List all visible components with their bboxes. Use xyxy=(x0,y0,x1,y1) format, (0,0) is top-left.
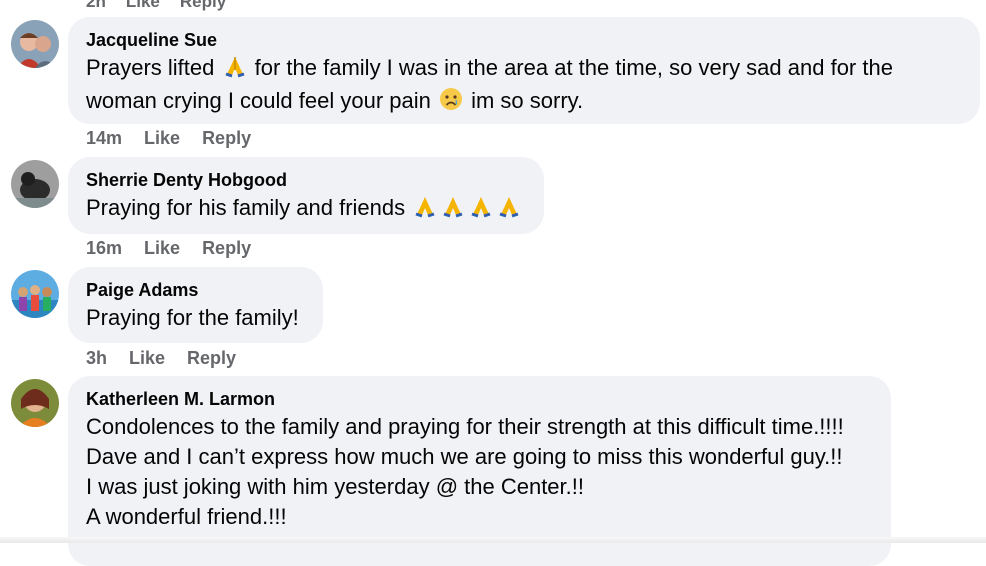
like-button[interactable]: Like xyxy=(126,0,160,11)
bottom-edge xyxy=(0,537,986,543)
comment-author[interactable]: Jacqueline Sue xyxy=(86,29,962,51)
avatar[interactable] xyxy=(11,160,59,208)
comment-bubble: Jacqueline Sue Prayers lifted for the fa… xyxy=(68,17,980,124)
comment-text-part: for the family I was in the area at the … xyxy=(254,55,893,80)
comment-text-part: woman crying I could feel your pain xyxy=(86,88,431,113)
comment-text-line: Dave and I can’t express how much we are… xyxy=(86,444,843,469)
comment-actions: 3h Like Reply xyxy=(86,347,236,369)
comment-text-part: Praying for his family and friends xyxy=(86,195,406,220)
folded-hands-emoji-icon xyxy=(413,194,437,226)
comment-text-line: A wonderful friend.!!! xyxy=(86,504,287,529)
comment-bubble: Sherrie Denty Hobgood Praying for his fa… xyxy=(68,157,544,234)
avatar[interactable] xyxy=(11,270,59,318)
comment-text-part: im so sorry. xyxy=(471,88,584,113)
comment-text-line: Condolences to the family and praying fo… xyxy=(86,414,844,439)
reply-button[interactable]: Reply xyxy=(202,237,251,259)
sad-face-emoji-icon xyxy=(439,87,463,119)
like-button[interactable]: Like xyxy=(144,237,180,259)
comment-text: Praying for his family and friends xyxy=(86,193,526,226)
comment-author[interactable]: Sherrie Denty Hobgood xyxy=(86,169,526,191)
like-button[interactable]: Like xyxy=(129,347,165,369)
comment-text: Praying for the family! xyxy=(86,305,299,330)
comment-author[interactable]: Katherleen M. Larmon xyxy=(86,388,873,410)
avatar[interactable] xyxy=(11,20,59,68)
avatar[interactable] xyxy=(11,379,59,427)
comment-actions: 14m Like Reply xyxy=(86,127,251,149)
comment-text: Prayers lifted for the family I was in t… xyxy=(86,53,962,119)
reply-button[interactable]: Reply xyxy=(187,347,236,369)
reply-button[interactable]: Reply xyxy=(180,0,226,11)
previous-comment-actions: 2h Like Reply xyxy=(86,0,226,11)
like-button[interactable]: Like xyxy=(144,127,180,149)
folded-hands-emoji-icon xyxy=(223,54,247,86)
folded-hands-emoji-icon xyxy=(497,194,521,226)
reply-button[interactable]: Reply xyxy=(202,127,251,149)
timestamp[interactable]: 3h xyxy=(86,347,107,369)
comment-bubble: Paige Adams Praying for the family! xyxy=(68,267,323,343)
comment-text: Condolences to the family and praying fo… xyxy=(86,412,873,532)
folded-hands-emoji-icon xyxy=(469,194,493,226)
folded-hands-emoji-icon xyxy=(441,194,465,226)
comment-author[interactable]: Paige Adams xyxy=(86,279,305,301)
comment-text-part: Prayers lifted xyxy=(86,55,215,80)
comment-actions: 16m Like Reply xyxy=(86,237,251,259)
comment-text-line: I was just joking with him yesterday @ t… xyxy=(86,474,584,499)
timestamp[interactable]: 14m xyxy=(86,127,122,149)
timestamp[interactable]: 2h xyxy=(86,0,106,11)
timestamp[interactable]: 16m xyxy=(86,237,122,259)
